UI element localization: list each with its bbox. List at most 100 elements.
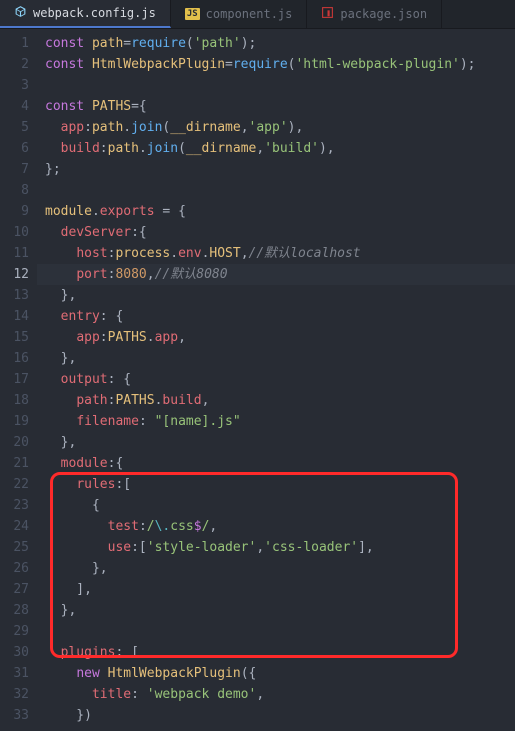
token-kw: const [45,57,84,72]
token-p: : { [108,372,131,387]
token-p: }, [45,288,76,303]
code-line[interactable] [37,75,515,96]
token-bif: process [115,246,170,261]
token-p: }, [45,603,76,618]
line-number: 7 [0,159,37,180]
code-line[interactable] [37,180,515,201]
code-line[interactable]: }, [37,432,515,453]
token-p: ], [358,540,374,555]
tab-package-json[interactable]: package.json [307,0,442,28]
line-number: 26 [0,558,37,579]
code-line[interactable]: { [37,495,515,516]
code-line[interactable]: output: { [37,369,515,390]
token-p: : [100,141,108,156]
code-line[interactable]: test:/\.css$/, [37,516,515,537]
code-area[interactable]: const path=require('path');const HtmlWeb… [37,29,515,731]
code-line[interactable]: rules:[ [37,474,515,495]
code-line[interactable]: ], [37,579,515,600]
code-line[interactable]: host:process.env.HOST,//默认localhost [37,243,515,264]
token-def: HtmlWebpackPlugin [108,666,241,681]
token-p [45,477,76,492]
token-p [45,141,61,156]
token-p [45,519,108,534]
code-line[interactable]: const HtmlWebpackPlugin=require('html-we… [37,54,515,75]
js-icon: JS [185,8,200,20]
token-p: . [123,120,131,135]
line-number: 21 [0,453,37,474]
code-line[interactable]: }, [37,285,515,306]
token-p: : [ [115,645,138,660]
token-p: . [147,330,155,345]
code-line[interactable]: plugins: [ [37,642,515,663]
code-line[interactable]: app:path.join(__dirname,'app'), [37,117,515,138]
code-line[interactable]: title: 'webpack demo', [37,684,515,705]
token-fn: join [147,141,178,156]
token-p [84,99,92,114]
token-prop: use [108,540,131,555]
code-editor[interactable]: 1234567891011121314151617181920212223242… [0,29,515,731]
code-line[interactable] [37,621,515,642]
token-p: { [45,498,100,513]
token-prop: devServer [61,225,131,240]
code-line[interactable]: }, [37,558,515,579]
code-line[interactable]: devServer:{ [37,222,515,243]
code-line[interactable]: module:{ [37,453,515,474]
line-number: 8 [0,180,37,201]
token-p: ); [460,57,476,72]
token-str: 'html-webpack-plugin' [295,57,459,72]
line-number: 18 [0,390,37,411]
token-p: ], [45,582,92,597]
code-line[interactable]: const path=require('path'); [37,33,515,54]
token-p: . [139,141,147,156]
line-number: 14 [0,306,37,327]
code-line[interactable]: use:['style-loader','css-loader'], [37,537,515,558]
code-line[interactable]: module.exports = { [37,201,515,222]
token-bif: __dirname [186,141,256,156]
token-cmt: //默认localhost [249,246,361,261]
token-p: : [139,519,147,534]
token-num: 8080 [115,267,146,282]
code-line[interactable]: app:PATHS.app, [37,327,515,348]
token-p [45,309,61,324]
token-p: ), [319,141,335,156]
code-line[interactable]: new HtmlWebpackPlugin({ [37,663,515,684]
token-str: 'build' [264,141,319,156]
token-cmt: //默认8080 [155,267,228,282]
line-number: 10 [0,222,37,243]
token-p: , [178,330,186,345]
code-line[interactable]: const PATHS={ [37,96,515,117]
token-fn: join [131,120,162,135]
token-fn: require [233,57,288,72]
token-p [100,666,108,681]
line-number: 16 [0,348,37,369]
token-p: : [84,120,92,135]
token-prop: build [162,393,201,408]
token-def: path [92,36,123,51]
code-line[interactable]: }, [37,348,515,369]
code-line[interactable]: }, [37,600,515,621]
token-p: , [147,267,155,282]
code-line[interactable]: }; [37,159,515,180]
token-prop: test [108,519,139,534]
token-str: 'app' [249,120,288,135]
token-def: HOST [209,246,240,261]
code-line[interactable]: build:path.join(__dirname,'build'), [37,138,515,159]
code-line[interactable]: port:8080,//默认8080 [37,264,515,285]
line-number: 2 [0,54,37,75]
code-line[interactable]: filename: "[name].js" [37,411,515,432]
token-p: , [241,120,249,135]
code-line[interactable]: }) [37,705,515,726]
line-number: 1 [0,33,37,54]
token-p: :[ [115,477,131,492]
token-p: ={ [131,99,147,114]
token-p: , [209,519,217,534]
token-prop: module [61,456,108,471]
token-prop: exports [100,204,155,219]
code-line[interactable]: entry: { [37,306,515,327]
tab-webpack-config[interactable]: webpack.config.js [0,0,171,28]
line-number: 29 [0,621,37,642]
token-p: : [100,330,108,345]
line-number: 5 [0,117,37,138]
tab-component-js[interactable]: JS component.js [171,0,308,28]
code-line[interactable]: path:PATHS.build, [37,390,515,411]
